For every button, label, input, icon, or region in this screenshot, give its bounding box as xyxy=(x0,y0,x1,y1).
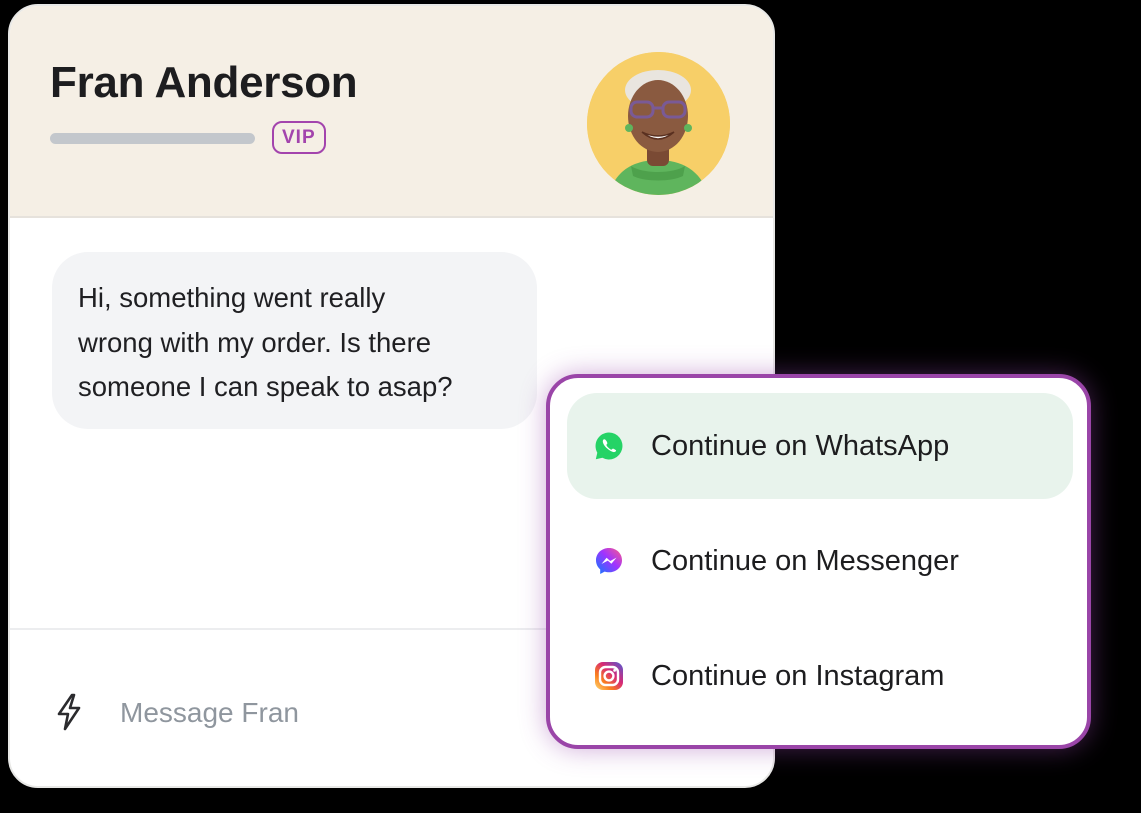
continue-instagram-label: Continue on Instagram xyxy=(651,660,945,692)
messenger-icon xyxy=(596,548,622,574)
customer-name: Fran Anderson xyxy=(50,58,358,107)
continue-messenger-option[interactable]: Continue on Messenger xyxy=(567,508,1073,614)
continue-messenger-label: Continue on Messenger xyxy=(651,545,959,577)
message-input[interactable] xyxy=(120,692,520,734)
incoming-message-bubble: Hi, something went really wrong with my … xyxy=(52,252,537,429)
channel-switch-menu: Continue on WhatsApp Continue on Messeng… xyxy=(546,374,1091,749)
lightning-bolt-icon[interactable] xyxy=(54,692,84,732)
avatar[interactable] xyxy=(587,52,730,195)
message-text: Hi, something went really wrong with my … xyxy=(78,282,453,402)
whatsapp-icon xyxy=(595,432,623,460)
continue-whatsapp-option[interactable]: Continue on WhatsApp xyxy=(567,393,1073,499)
vip-badge: VIP xyxy=(272,121,326,154)
skeleton-bar xyxy=(50,133,255,144)
chat-header: Fran Anderson VIP xyxy=(10,6,773,218)
continue-whatsapp-label: Continue on WhatsApp xyxy=(651,430,950,462)
instagram-icon xyxy=(595,662,623,690)
continue-instagram-option[interactable]: Continue on Instagram xyxy=(567,623,1073,729)
avatar-portrait-icon xyxy=(587,52,730,195)
stage: Fran Anderson VIP Hi, something went rea… xyxy=(0,0,1141,813)
